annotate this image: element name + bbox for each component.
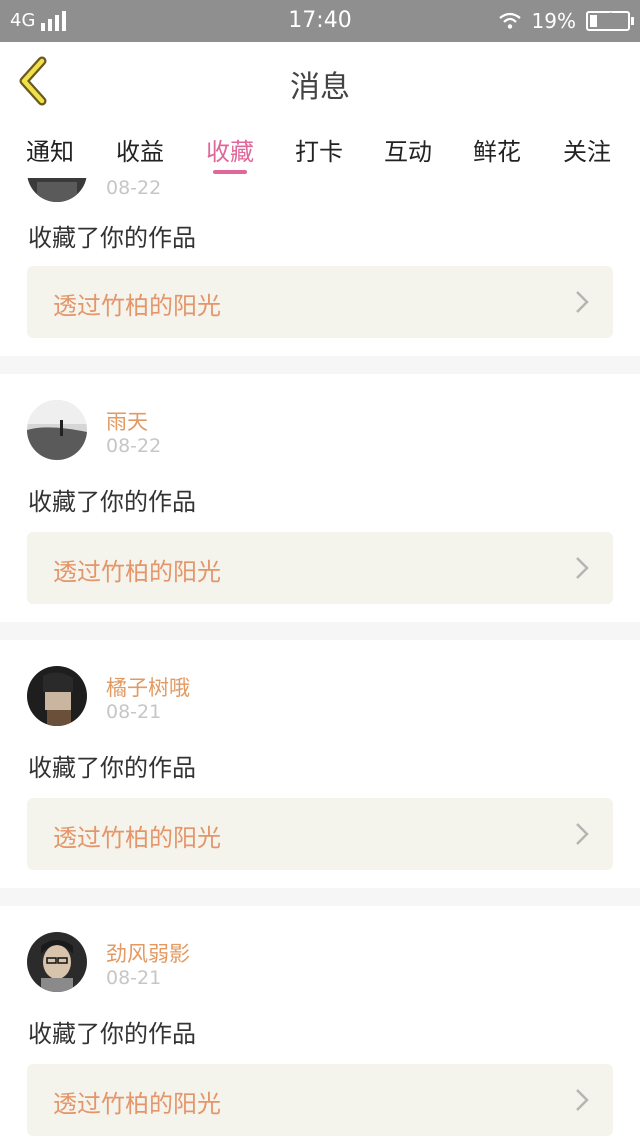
tab-earnings[interactable]: 收益 [116,132,164,167]
message-list[interactable]: 08-22 收藏了你的作品 透过竹柏的阳光 雨天 08-22 收藏了你的作品 透… [0,178,640,1138]
work-link[interactable]: 透过竹柏的阳光 [27,532,613,604]
nav-bar: 消息 [0,42,640,121]
tab-follow[interactable]: 关注 [563,132,611,167]
message-card: 劲风弱影 08-21 收藏了你的作品 透过竹柏的阳光 [0,906,640,1138]
message-card: 橘子树哦 08-21 收藏了你的作品 透过竹柏的阳光 [0,640,640,888]
username[interactable]: 劲风弱影 [106,938,190,968]
battery-percent: 19% [531,9,576,33]
work-link[interactable]: 透过竹柏的阳光 [27,798,613,870]
avatar[interactable] [27,400,87,460]
battery-icon: ⚡ [586,10,634,31]
tab-notifications[interactable]: 通知 [26,132,74,167]
work-title: 透过竹柏的阳光 [53,292,221,320]
avatar[interactable] [27,932,87,992]
tab-favorites[interactable]: 收藏 [206,132,254,167]
message-date: 08-21 [106,967,162,989]
tab-flowers[interactable]: 鲜花 [473,132,521,167]
wifi-icon [498,12,521,29]
work-link[interactable]: 透过竹柏的阳光 [27,266,613,338]
active-tab-indicator [213,170,247,174]
work-title: 透过竹柏的阳光 [53,824,221,852]
tab-bar: 通知 收益 收藏 打卡 互动 鲜花 关注 [0,120,640,178]
work-title: 透过竹柏的阳光 [53,558,221,586]
work-link[interactable]: 透过竹柏的阳光 [27,1064,613,1136]
message-action: 收藏了你的作品 [28,224,196,252]
message-date: 08-22 [106,435,162,457]
message-action: 收藏了你的作品 [28,488,196,516]
chevron-right-icon [576,291,589,313]
message-card: 08-22 收藏了你的作品 透过竹柏的阳光 [0,178,640,356]
page-title: 消息 [290,70,350,105]
avatar[interactable] [27,178,87,202]
username[interactable]: 橘子树哦 [106,672,190,702]
message-card: 雨天 08-22 收藏了你的作品 透过竹柏的阳光 [0,374,640,622]
status-bar: 4G 17:40 19% ⚡ [0,0,640,42]
tab-interaction[interactable]: 互动 [384,132,432,167]
work-title: 透过竹柏的阳光 [53,1090,221,1118]
message-date: 08-21 [106,701,162,723]
avatar[interactable] [27,666,87,726]
message-action: 收藏了你的作品 [28,1020,196,1048]
chevron-right-icon [576,823,589,845]
chevron-right-icon [576,1089,589,1111]
username[interactable]: 雨天 [106,406,148,436]
message-action: 收藏了你的作品 [28,754,196,782]
message-date: 08-22 [106,178,162,199]
tab-checkin[interactable]: 打卡 [295,132,343,167]
chevron-right-icon [576,557,589,579]
